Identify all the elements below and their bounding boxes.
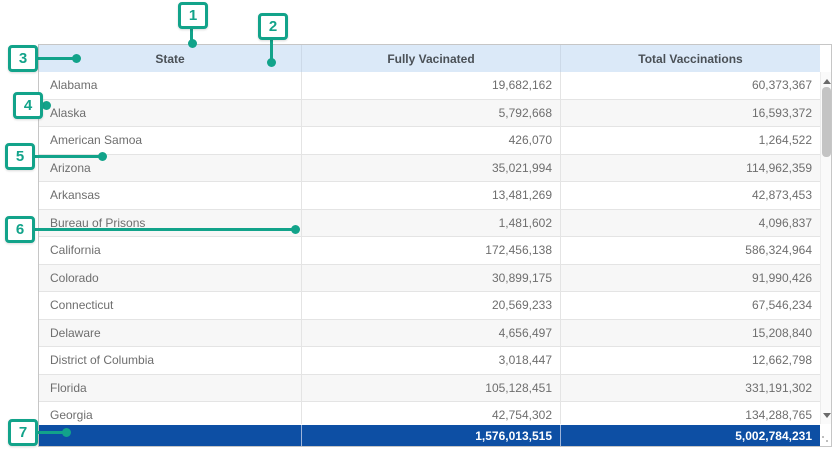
- total-vaccinations-cell: 60,373,367: [560, 72, 820, 99]
- total-vaccinations-cell: 42,873,453: [560, 182, 820, 209]
- table-row[interactable]: Connecticut20,569,23367,546,234: [39, 292, 820, 320]
- vertical-scrollbar[interactable]: [820, 72, 831, 424]
- callout-7-line: [38, 431, 65, 434]
- table-row[interactable]: American Samoa426,0701,264,522: [39, 127, 820, 155]
- totals-state-cell: [39, 425, 301, 446]
- callout-7-dot: [62, 428, 71, 437]
- callout-3: 3: [8, 45, 38, 72]
- table-row[interactable]: Colorado30,899,17591,990,426: [39, 265, 820, 293]
- state-cell: Alabama: [39, 72, 301, 99]
- fully-vaccinated-cell: 426,070: [301, 127, 560, 154]
- state-cell: Arkansas: [39, 182, 301, 209]
- totals-row: 1,576,013,515 5,002,784,231: [39, 425, 820, 446]
- callout-7: 7: [8, 419, 38, 446]
- total-vaccinations-cell: 134,288,765: [560, 402, 820, 424]
- table-row[interactable]: Arizona35,021,994114,962,359: [39, 155, 820, 183]
- callout-5-line: [35, 155, 101, 158]
- callout-4-dot: [42, 101, 51, 110]
- callout-6-dot: [291, 225, 300, 234]
- table-body[interactable]: Alabama19,682,16260,373,367Alaska5,792,6…: [39, 72, 820, 424]
- table-row[interactable]: Bureau of Prisons1,481,6024,096,837: [39, 210, 820, 238]
- resize-grip-icon[interactable]: [820, 434, 828, 442]
- state-cell: California: [39, 237, 301, 264]
- state-cell: Alaska: [39, 100, 301, 127]
- total-vaccinations-cell: 1,264,522: [560, 127, 820, 154]
- table-row[interactable]: Georgia42,754,302134,288,765: [39, 402, 820, 424]
- state-cell: Bureau of Prisons: [39, 210, 301, 237]
- fully-vaccinated-cell: 19,682,162: [301, 72, 560, 99]
- callout-5-dot: [98, 152, 107, 161]
- callout-2-line: [270, 39, 273, 60]
- total-vaccinations-cell: 331,191,302: [560, 375, 820, 402]
- callout-4-label: 4: [24, 97, 32, 114]
- callout-1-label: 1: [189, 7, 197, 24]
- fully-vaccinated-cell: 20,569,233: [301, 292, 560, 319]
- total-vaccinations-cell: 586,324,964: [560, 237, 820, 264]
- total-vaccinations-cell: 114,962,359: [560, 155, 820, 182]
- chevron-up-icon: [823, 79, 831, 84]
- table-row[interactable]: Arkansas13,481,26942,873,453: [39, 182, 820, 210]
- fully-vaccinated-cell: 35,021,994: [301, 155, 560, 182]
- scroll-down-arrow-icon[interactable]: [821, 408, 832, 422]
- state-cell: Georgia: [39, 402, 301, 424]
- scroll-up-arrow-icon[interactable]: [821, 74, 832, 88]
- state-cell: Florida: [39, 375, 301, 402]
- table-row[interactable]: Alaska5,792,66816,593,372: [39, 100, 820, 128]
- callout-1-dot: [188, 39, 197, 48]
- callout-2-dot: [267, 58, 276, 67]
- state-cell: Arizona: [39, 155, 301, 182]
- table-row[interactable]: District of Columbia3,018,44712,662,798: [39, 347, 820, 375]
- total-vaccinations-cell: 91,990,426: [560, 265, 820, 292]
- table-row[interactable]: California172,456,138586,324,964: [39, 237, 820, 265]
- callout-5: 5: [5, 143, 35, 170]
- callout-5-label: 5: [16, 148, 24, 165]
- fully-vaccinated-cell: 172,456,138: [301, 237, 560, 264]
- state-cell: American Samoa: [39, 127, 301, 154]
- state-cell: District of Columbia: [39, 347, 301, 374]
- table-header-row: State Fully Vacinated Total Vaccinations: [39, 45, 820, 72]
- callout-3-line: [38, 57, 75, 60]
- state-cell: Connecticut: [39, 292, 301, 319]
- callout-4: 4: [13, 92, 43, 119]
- total-vaccinations-cell: 15,208,840: [560, 320, 820, 347]
- fully-vaccinated-cell: 1,481,602: [301, 210, 560, 237]
- fully-vaccinated-cell: 13,481,269: [301, 182, 560, 209]
- state-cell: Colorado: [39, 265, 301, 292]
- chevron-down-icon: [823, 413, 831, 418]
- table-row[interactable]: Delaware4,656,49715,208,840: [39, 320, 820, 348]
- total-vaccinations-cell: 12,662,798: [560, 347, 820, 374]
- callout-2: 2: [258, 13, 288, 40]
- callout-3-dot: [72, 54, 81, 63]
- total-vaccinations-cell: 16,593,372: [560, 100, 820, 127]
- callout-2-label: 2: [269, 18, 277, 35]
- callout-6-line: [35, 228, 294, 231]
- callout-6-label: 6: [16, 221, 24, 238]
- total-vaccinations-cell: 4,096,837: [560, 210, 820, 237]
- total-vaccinations-cell: 67,546,234: [560, 292, 820, 319]
- totals-fully-vaccinated: 1,576,013,515: [301, 425, 560, 446]
- callout-3-label: 3: [19, 50, 27, 67]
- fully-vaccinated-cell: 5,792,668: [301, 100, 560, 127]
- fully-vaccinated-cell: 105,128,451: [301, 375, 560, 402]
- totals-total-vaccinations: 5,002,784,231: [560, 425, 820, 446]
- column-header-total-vaccinations[interactable]: Total Vaccinations: [560, 45, 820, 72]
- table-row[interactable]: Florida105,128,451331,191,302: [39, 375, 820, 403]
- callout-1: 1: [178, 2, 208, 29]
- callout-6: 6: [5, 216, 35, 243]
- fully-vaccinated-cell: 3,018,447: [301, 347, 560, 374]
- vaccination-table: State Fully Vacinated Total Vaccinations…: [38, 44, 832, 447]
- screenshot-canvas: State Fully Vacinated Total Vaccinations…: [0, 0, 833, 453]
- fully-vaccinated-cell: 30,899,175: [301, 265, 560, 292]
- state-cell: Delaware: [39, 320, 301, 347]
- column-header-fully-vaccinated[interactable]: Fully Vacinated: [301, 45, 560, 72]
- table-row[interactable]: Alabama19,682,16260,373,367: [39, 72, 820, 100]
- callout-7-label: 7: [19, 424, 27, 441]
- fully-vaccinated-cell: 42,754,302: [301, 402, 560, 424]
- fully-vaccinated-cell: 4,656,497: [301, 320, 560, 347]
- scrollbar-thumb[interactable]: [822, 87, 831, 157]
